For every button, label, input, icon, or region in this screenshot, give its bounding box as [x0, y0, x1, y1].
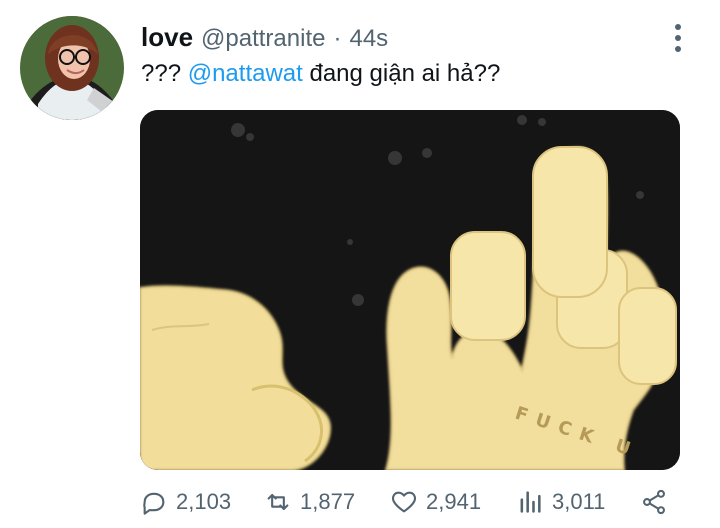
- more-dot: [675, 46, 681, 52]
- like-count: 2,941: [426, 489, 482, 514]
- mention-link[interactable]: @nattawat: [188, 60, 303, 87]
- like-icon: [392, 491, 416, 513]
- tweet-image[interactable]: FUCK U: [140, 110, 680, 470]
- reply-button[interactable]: 2,103: [140, 486, 231, 518]
- tweet-text: ??? @nattawat đang giận ai hả??: [141, 60, 500, 88]
- retweet-button[interactable]: 1,877: [264, 486, 355, 518]
- share-icon: [643, 489, 665, 515]
- views-count: 3,011: [552, 489, 606, 514]
- tweet-actions: 2,103 1,877 2,941 3,011: [140, 486, 680, 518]
- like-button[interactable]: 2,941: [390, 486, 481, 518]
- display-name[interactable]: love: [141, 22, 193, 53]
- retweet-icon: [267, 493, 289, 511]
- tweet-text-suffix: đang giận ai hả??: [309, 60, 501, 87]
- views-button[interactable]: 3,011: [516, 486, 605, 518]
- reply-icon: [143, 492, 165, 515]
- share-button[interactable]: [640, 486, 668, 518]
- avatar-image: [20, 16, 124, 120]
- more-icon[interactable]: [672, 24, 684, 52]
- reply-count: 2,103: [176, 489, 232, 514]
- retweet-count: 1,877: [300, 489, 356, 514]
- more-dot: [675, 35, 681, 41]
- user-handle[interactable]: @pattranite: [201, 25, 325, 53]
- avatar[interactable]: [20, 16, 124, 120]
- dough-photo: FUCK U: [140, 110, 680, 470]
- views-icon: [520, 491, 541, 513]
- tweet-header: love @pattranite · 44s: [141, 22, 388, 54]
- more-dot: [675, 24, 681, 30]
- timestamp[interactable]: 44s: [349, 25, 388, 53]
- separator-dot: ·: [333, 25, 342, 52]
- tweet-text-prefix: ???: [141, 60, 182, 87]
